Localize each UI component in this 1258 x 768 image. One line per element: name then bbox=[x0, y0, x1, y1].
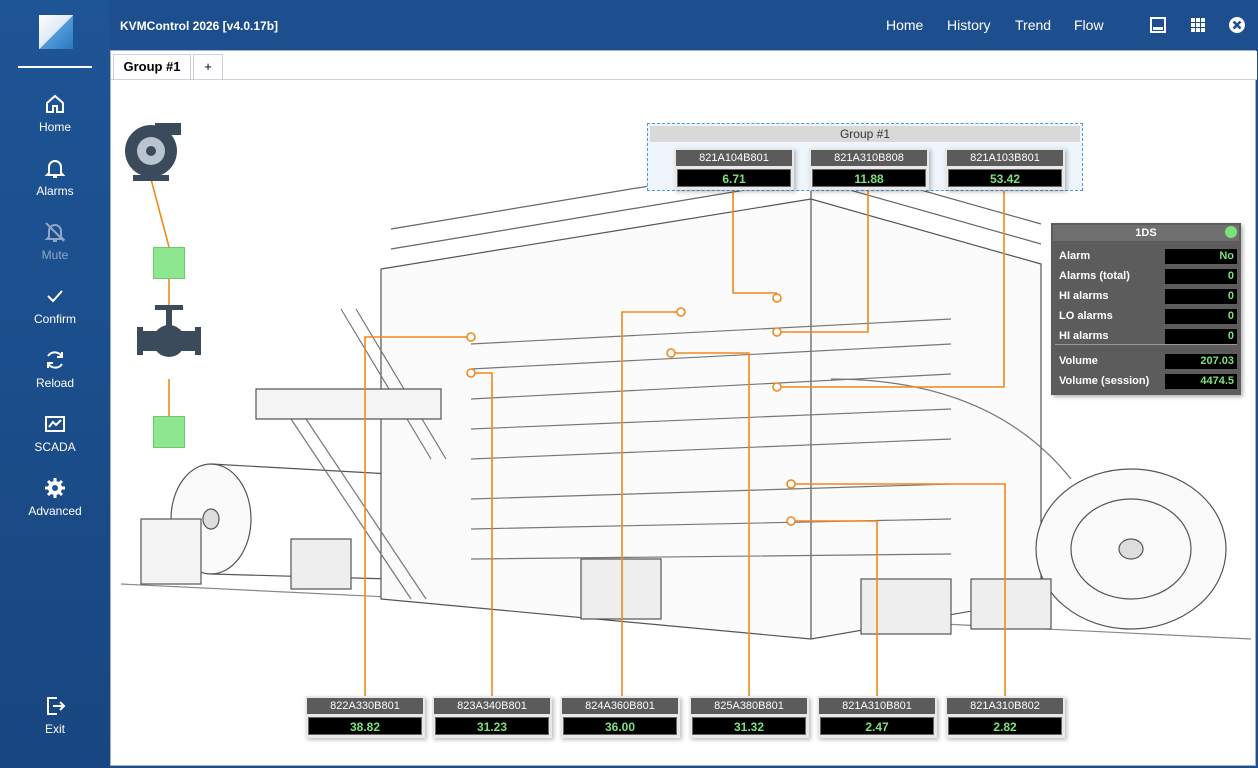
status-row: Alarm No bbox=[1057, 249, 1237, 265]
tab-group-1[interactable]: Group #1 bbox=[113, 54, 191, 79]
sensor-tag[interactable]: 823A340B801 31.23 bbox=[432, 696, 552, 738]
status-indicator bbox=[1225, 226, 1237, 238]
sidebar-item-label: Confirm bbox=[33, 312, 76, 326]
nav-trend-link[interactable]: Trend bbox=[1015, 17, 1051, 33]
sensor-name: 822A330B801 bbox=[307, 698, 423, 714]
sidebar-item-scada[interactable]: SCADA bbox=[0, 412, 110, 468]
bell-icon bbox=[44, 160, 66, 178]
reload-icon bbox=[47, 351, 63, 369]
sensor-name: 821A103B801 bbox=[947, 150, 1063, 166]
status-row: Alarms (total) 0 bbox=[1057, 269, 1237, 285]
sensor-tag[interactable]: 821A310B802 2.82 bbox=[945, 696, 1065, 738]
flow-status-indicator bbox=[153, 416, 185, 448]
status-row: Volume 207.03 bbox=[1057, 354, 1237, 370]
logo-divider bbox=[18, 66, 92, 68]
tab-add-button[interactable]: + bbox=[193, 54, 223, 79]
sensor-tag[interactable]: 821A104B801 6.71 bbox=[674, 148, 794, 190]
device-status-panel: 1DS Alarm No Alarms (total) 0 HI alarms 0 L… bbox=[1051, 223, 1241, 395]
sidebar-item-alarms[interactable]: Alarms bbox=[0, 156, 110, 212]
sensor-value: 2.82 bbox=[948, 717, 1062, 735]
sidebar: Home Alarms Mute Confirm Reload SCADA Ad… bbox=[0, 0, 110, 768]
sensor-value: 11.88 bbox=[812, 169, 926, 187]
sidebar-item-advanced[interactable]: Advanced bbox=[0, 476, 110, 532]
sidebar-item-home[interactable]: Home bbox=[0, 92, 110, 148]
sidebar-item-confirm[interactable]: Confirm bbox=[0, 284, 110, 340]
sidebar-item-reload[interactable]: Reload bbox=[0, 348, 110, 404]
valve-icon bbox=[137, 305, 201, 357]
sensor-tag[interactable]: 821A103B801 53.42 bbox=[945, 148, 1065, 190]
sidebar-item-label: Reload bbox=[35, 376, 75, 390]
scada-icon bbox=[45, 416, 65, 432]
sensor-value: 36.00 bbox=[563, 717, 677, 735]
status-row: LO alarms 0 bbox=[1057, 309, 1237, 325]
status-row: HI alarms 0 bbox=[1057, 329, 1237, 345]
close-icon[interactable] bbox=[1227, 15, 1247, 35]
sensor-name: 821A104B801 bbox=[676, 150, 792, 166]
gear-icon bbox=[45, 478, 65, 498]
minimize-icon[interactable] bbox=[1148, 15, 1168, 35]
app-logo bbox=[39, 15, 73, 49]
group-title: Group #1 bbox=[650, 126, 1080, 142]
sensor-value: 31.23 bbox=[435, 717, 549, 735]
exit-icon bbox=[47, 697, 66, 715]
flow-status-indicator bbox=[153, 247, 185, 279]
sidebar-item-label: Home bbox=[38, 120, 71, 134]
sensor-name: 823A340B801 bbox=[434, 698, 550, 714]
top-bar: KVMControl 2026 [v4.0.17b] Home History … bbox=[110, 0, 1258, 50]
sidebar-item-label: Advanced bbox=[28, 504, 82, 518]
nav-history-link[interactable]: History bbox=[947, 17, 991, 33]
sensor-tag[interactable]: 821A310B808 11.88 bbox=[809, 148, 929, 190]
sensor-tag[interactable]: 821A310B801 2.47 bbox=[817, 696, 937, 738]
sidebar-item-label: Exit bbox=[44, 722, 65, 736]
sidebar-item-label: Alarms bbox=[36, 184, 74, 198]
main-content: Group #1 + Group #1 821A104B801 6.71 821… bbox=[110, 50, 1257, 766]
status-divider bbox=[1055, 344, 1237, 345]
pump-icon bbox=[125, 123, 181, 181]
sensor-tag[interactable]: 824A360B801 36.00 bbox=[560, 696, 680, 738]
sensor-value: 2.47 bbox=[820, 717, 934, 735]
sensor-name: 824A360B801 bbox=[562, 698, 678, 714]
status-row: HI alarms 0 bbox=[1057, 289, 1237, 305]
sensor-value: 31.32 bbox=[692, 717, 806, 735]
scada-canvas: Group #1 821A104B801 6.71 821A310B808 11… bbox=[111, 79, 1257, 765]
nav-home-link[interactable]: Home bbox=[886, 17, 923, 33]
group-panel: Group #1 821A104B801 6.71 821A310B808 11… bbox=[647, 123, 1083, 191]
check-icon bbox=[47, 290, 63, 303]
status-title: 1DS bbox=[1053, 225, 1239, 241]
sensor-value: 53.42 bbox=[948, 169, 1062, 187]
sensor-name: 821A310B808 bbox=[811, 150, 927, 166]
bell-off-icon bbox=[44, 222, 66, 242]
sensor-name: 825A380B801 bbox=[691, 698, 807, 714]
tab-bar: Group #1 + bbox=[111, 51, 1257, 80]
sidebar-item-label: Mute bbox=[41, 248, 69, 262]
sensor-tag[interactable]: 825A380B801 31.32 bbox=[689, 696, 809, 738]
sidebar-item-exit[interactable]: Exit bbox=[0, 694, 110, 750]
sensor-value: 6.71 bbox=[677, 169, 791, 187]
sidebar-item-label: SCADA bbox=[34, 440, 76, 454]
sensor-tag[interactable]: 822A330B801 38.82 bbox=[305, 696, 425, 738]
sensor-value: 38.82 bbox=[308, 717, 422, 735]
app-title: KVMControl 2026 [v4.0.17b] bbox=[120, 19, 279, 33]
home-icon bbox=[46, 94, 64, 113]
nav-flow-link[interactable]: Flow bbox=[1074, 17, 1104, 33]
sidebar-item-mute[interactable]: Mute bbox=[0, 220, 110, 276]
grid-icon[interactable] bbox=[1188, 15, 1208, 35]
sensor-name: 821A310B802 bbox=[947, 698, 1063, 714]
sensor-name: 821A310B801 bbox=[819, 698, 935, 714]
status-row: Volume (session) 4474.5 bbox=[1057, 374, 1237, 390]
